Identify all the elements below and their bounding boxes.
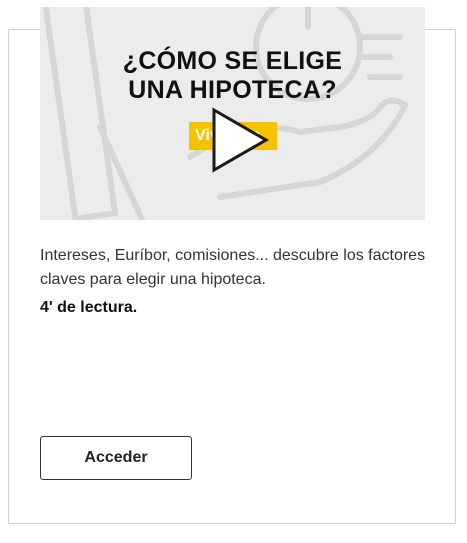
thumbnail-title: ¿CÓMO SE ELIGE UNA HIPOTECA?: [40, 47, 425, 105]
play-icon[interactable]: [210, 107, 270, 173]
article-description: Intereses, Euríbor, comisiones... descub…: [40, 247, 426, 288]
thumbnail-title-line-2: UNA HIPOTECA?: [128, 76, 337, 104]
access-button[interactable]: Acceder: [40, 436, 192, 480]
thumbnail-title-line-1: ¿CÓMO SE ELIGE: [122, 47, 343, 75]
video-thumbnail[interactable]: ¿CÓMO SE ELIGE UNA HIPOTECA? Vivienda: [40, 7, 425, 220]
reading-time: 4' de lectura.: [40, 299, 138, 316]
